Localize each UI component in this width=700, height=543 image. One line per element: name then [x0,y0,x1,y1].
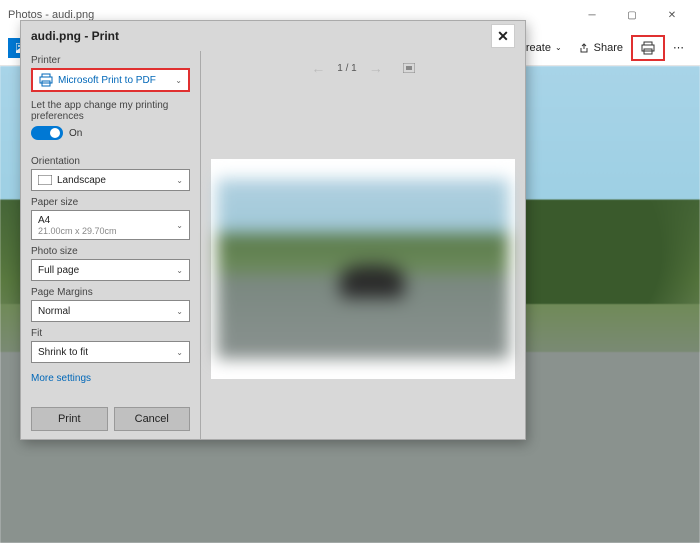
dialog-title: audi.png - Print [31,29,119,43]
printer-label: Printer [31,55,190,66]
orientation-select[interactable]: Landscape ⌄ [31,169,190,191]
minimize-button[interactable]: ─ [572,0,612,30]
close-window-button[interactable]: ✕ [652,0,692,30]
app-preferences: Let the app change my printing preferenc… [31,98,190,140]
print-icon [641,41,655,55]
print-preview: ← 1 / 1 → [201,51,525,439]
chevron-down-icon: ⌄ [176,266,183,275]
chevron-down-icon: ⌄ [175,76,182,85]
window-controls: ─ ▢ ✕ [572,0,692,30]
photosize-label: Photo size [31,246,190,257]
toggle-state-label: On [69,128,82,139]
more-button[interactable]: ⋯ [665,37,692,58]
papersize-select[interactable]: A4 21.00cm x 29.70cm ⌄ [31,210,190,240]
fit-select[interactable]: Shrink to fit ⌄ [31,341,190,363]
print-settings-panel: Printer Microsoft Print to PDF ⌄ Let the… [21,51,201,439]
fit-label: Fit [31,328,190,339]
more-settings-link[interactable]: More settings [31,373,190,384]
margins-field: Page Margins Normal ⌄ [31,287,190,322]
papersize-field: Paper size A4 21.00cm x 29.70cm ⌄ [31,197,190,240]
share-icon [578,42,590,54]
chevron-down-icon: ⌄ [176,307,183,316]
app-pref-toggle[interactable] [31,126,63,140]
chevron-down-icon: ⌄ [176,348,183,357]
prev-page-button[interactable]: ← [311,60,325,76]
app-pref-text: Let the app change my printing preferenc… [31,100,190,122]
papersize-label: Paper size [31,197,190,208]
chevron-down-icon: ⌄ [176,221,183,230]
more-icon: ⋯ [673,41,684,54]
fit-view-icon[interactable] [403,63,415,73]
cancel-button[interactable]: Cancel [114,407,191,431]
print-dialog: audi.png - Print ✕ Printer Microsoft Pri… [20,20,526,440]
margins-select[interactable]: Normal ⌄ [31,300,190,322]
chevron-down-icon: ⌄ [176,176,183,185]
dialog-header: audi.png - Print ✕ [21,21,525,51]
orientation-field: Orientation Landscape ⌄ [31,156,190,191]
chevron-down-icon: ⌄ [555,43,562,52]
share-button[interactable]: Share [570,38,631,58]
page-indicator: 1 / 1 [337,63,356,74]
close-dialog-button[interactable]: ✕ [491,24,515,48]
printer-field: Printer Microsoft Print to PDF ⌄ [31,55,190,92]
margins-label: Page Margins [31,287,190,298]
fit-field: Fit Shrink to fit ⌄ [31,328,190,363]
landscape-icon [38,173,52,187]
print-button[interactable] [631,35,665,61]
preview-image [217,179,509,359]
photosize-field: Photo size Full page ⌄ [31,246,190,281]
print-action-button[interactable]: Print [31,407,108,431]
next-page-button[interactable]: → [369,60,383,76]
maximize-button[interactable]: ▢ [612,0,652,30]
orientation-label: Orientation [31,156,190,167]
preview-page [211,159,515,379]
photosize-select[interactable]: Full page ⌄ [31,259,190,281]
printer-select[interactable]: Microsoft Print to PDF ⌄ [31,68,190,92]
photos-app: Photos - audi.png ─ ▢ ✕ Se Edit & Create… [0,0,700,543]
preview-nav: ← 1 / 1 → [211,57,515,79]
printer-icon [39,73,53,87]
